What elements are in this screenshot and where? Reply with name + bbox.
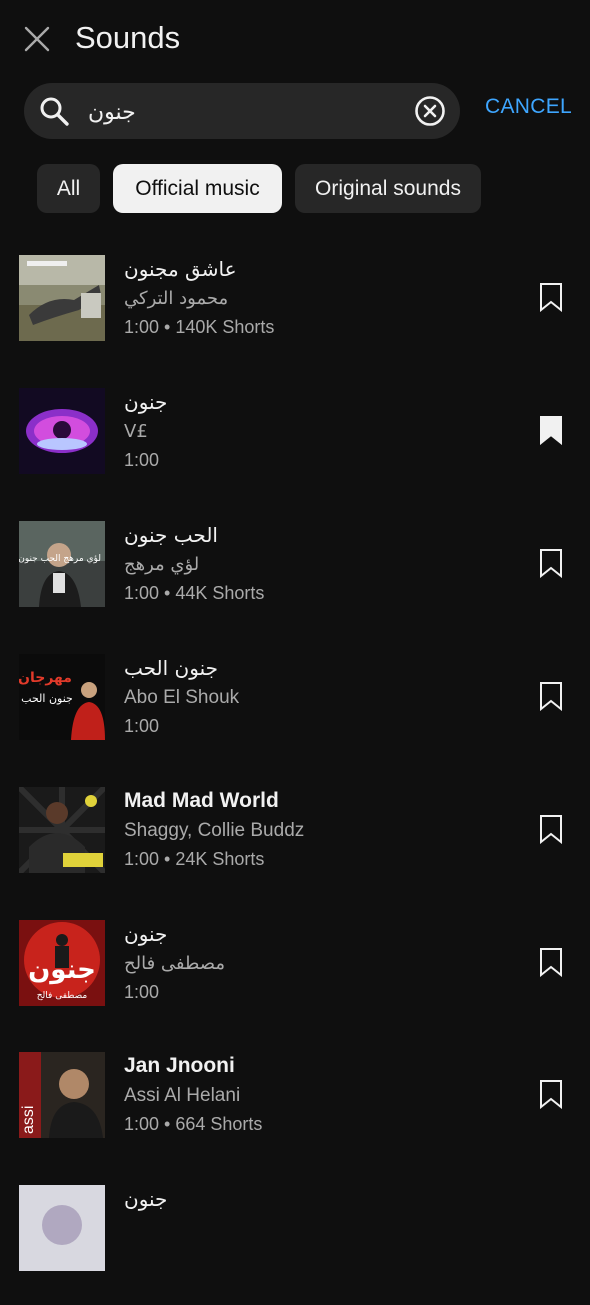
bookmark-icon[interactable] [538, 282, 564, 312]
sound-list-item[interactable]: مهرجان جنون الحب جنون الحب Abo El Shouk … [0, 654, 590, 774]
album-art: جنون مصطفى فالح [19, 920, 105, 1006]
song-meta: 1:00 [124, 982, 160, 1002]
bookmark-icon[interactable] [538, 1079, 564, 1109]
header-bar: Sounds [0, 0, 590, 78]
song-title: جنون [124, 1187, 168, 1211]
song-meta: 1:00 [124, 716, 160, 736]
sound-list-item[interactable]: لؤي مرهج الحب جنون الحب جنون لؤي مرهج 1:… [0, 521, 590, 641]
album-art-text: لؤي مرهج الحب جنون [19, 554, 101, 564]
song-title: Mad Mad World [124, 789, 279, 812]
album-art: assi [19, 1052, 105, 1138]
sound-list-item[interactable]: assi Jan Jnooni Assi Al Helani 1:00 • 66… [0, 1052, 590, 1172]
song-meta: 1:00 [124, 450, 160, 470]
bookmark-icon[interactable] [538, 947, 564, 977]
sound-list-item[interactable]: جنون مصطفى فالح جنون مصطفى فالح 1:00 [0, 920, 590, 1040]
bookmark-icon[interactable] [538, 814, 564, 844]
song-artist: V£ [124, 421, 148, 442]
bookmark-icon[interactable] [538, 548, 564, 578]
chip-official-music[interactable]: Official music [113, 164, 282, 213]
song-artist: محمود التركي [124, 288, 229, 309]
album-art [19, 787, 105, 873]
song-meta: 1:00 • 44K Shorts [124, 583, 265, 603]
song-meta: 1:00 • 140K Shorts [124, 317, 275, 337]
page-title: Sounds [75, 20, 181, 55]
song-title: عاشق مجنون [124, 257, 237, 281]
song-artist: Shaggy, Collie Buddz [124, 820, 305, 841]
album-art-text: مهرجان [19, 670, 72, 686]
chip-label: Original sounds [315, 176, 461, 200]
bookmark-icon[interactable] [538, 681, 564, 711]
chip-original-sounds[interactable]: Original sounds [295, 164, 481, 213]
album-art [19, 1185, 105, 1271]
chip-label: All [56, 176, 81, 200]
sound-list-item[interactable]: Mad Mad World Shaggy, Collie Buddz 1:00 … [0, 787, 590, 907]
song-title: جنون [124, 390, 168, 414]
song-title: جنون الحب [124, 656, 218, 680]
album-art [19, 388, 105, 474]
song-meta: 1:00 • 24K Shorts [124, 849, 265, 869]
close-icon [24, 26, 50, 52]
bookmark-filled-icon[interactable] [538, 415, 564, 445]
search-icon [40, 97, 69, 126]
song-artist: Abo El Shouk [124, 687, 240, 708]
song-title: الحب جنون [124, 523, 218, 547]
album-art-text: مصطفى فالح [37, 991, 88, 1001]
chip-label: Official music [135, 176, 260, 200]
song-artist: مصطفى فالح [124, 953, 226, 974]
sound-list-item[interactable]: جنون [0, 1185, 590, 1305]
album-art-text: جنون الحب [21, 692, 73, 705]
search-box [24, 83, 460, 139]
sound-list-item[interactable]: جنون V£ 1:00 [0, 388, 590, 508]
close-button[interactable] [22, 24, 52, 54]
sound-list-item[interactable]: عاشق مجنون محمود التركي 1:00 • 140K Shor… [0, 255, 590, 375]
album-art [19, 255, 105, 341]
song-title: Jan Jnooni [124, 1054, 235, 1077]
clear-search-icon[interactable] [414, 95, 446, 127]
album-art-text: جنون [28, 955, 96, 985]
song-meta: 1:00 • 664 Shorts [124, 1114, 263, 1134]
album-art-text: assi [20, 1106, 37, 1134]
song-artist: لؤي مرهج [124, 554, 200, 575]
album-art: لؤي مرهج الحب جنون [19, 521, 105, 607]
album-art: مهرجان جنون الحب [19, 654, 105, 740]
song-artist: Assi Al Helani [124, 1085, 241, 1106]
song-title: جنون [124, 922, 168, 946]
chip-all[interactable]: All [37, 164, 100, 213]
cancel-button[interactable]: CANCEL [485, 95, 572, 119]
search-input[interactable] [86, 93, 390, 131]
